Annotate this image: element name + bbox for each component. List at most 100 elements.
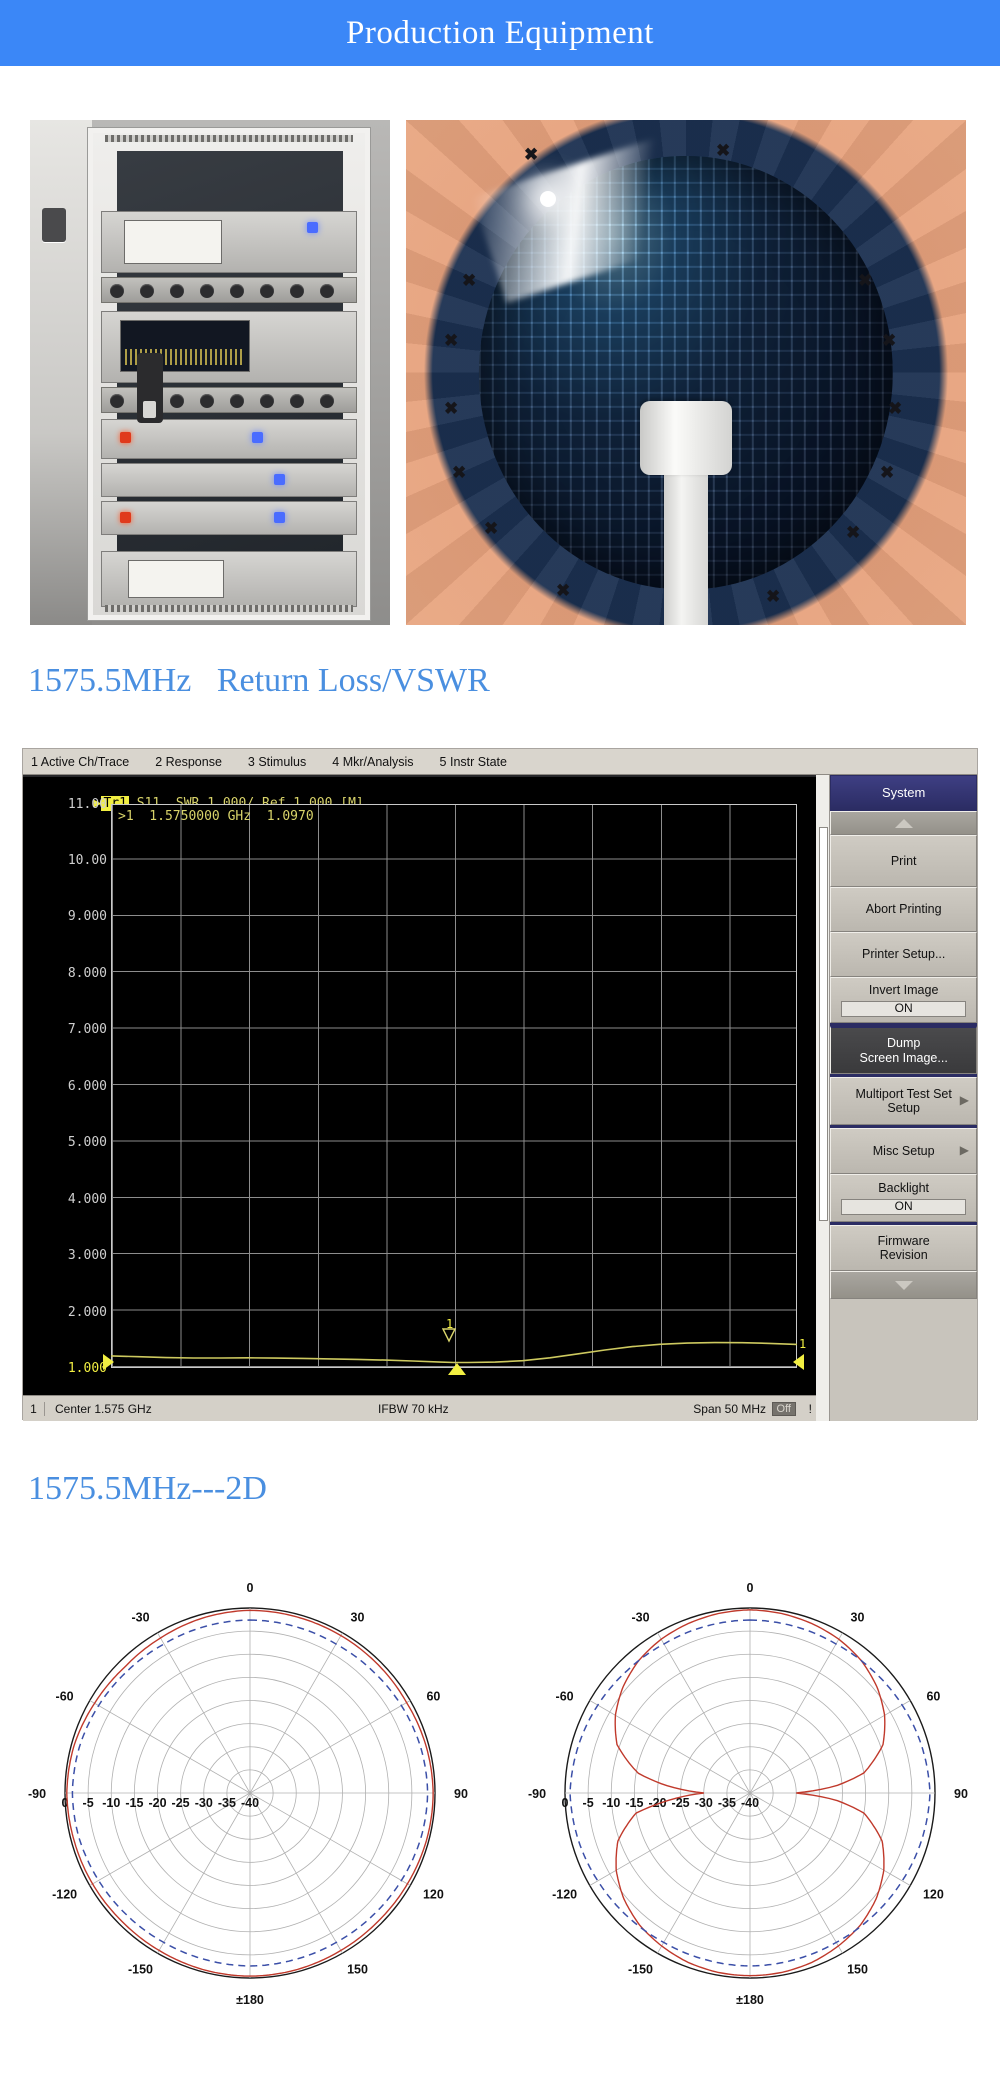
mount-bracket-icon: ✖ xyxy=(858,271,873,290)
y-tick-5: 5.000 xyxy=(67,1135,107,1150)
mount-bracket-icon: ✖ xyxy=(716,141,731,160)
rack-connector-panel-1 xyxy=(101,277,357,303)
status-alert-icon: ! xyxy=(808,1401,812,1416)
polar-radial-tick: -35 xyxy=(218,1796,236,1810)
softkey-backlight-state[interactable]: ON xyxy=(841,1198,966,1215)
polar-radial-tick: -10 xyxy=(602,1796,620,1810)
mount-bracket-icon: ✖ xyxy=(846,523,861,542)
triangle-down-icon xyxy=(894,1280,913,1290)
polar-radial-tick: 0 xyxy=(562,1796,569,1810)
status-ifbw[interactable]: IFBW 70 kHz xyxy=(378,1402,449,1416)
menu-item-active-ch-trace[interactable]: 1 Active Ch/Trace xyxy=(31,755,129,769)
polar-angle-tick: -90 xyxy=(28,1787,46,1801)
polar-radial-tick: -25 xyxy=(172,1796,190,1810)
y-tick-8: 8.000 xyxy=(67,966,107,981)
y-tick-10: 10.00 xyxy=(67,853,107,868)
switch-unit-3-led-blue xyxy=(274,512,285,523)
mount-bracket-icon: ✖ xyxy=(524,145,539,164)
photo-gallery: ✖ ✖ ✖ ✖ ✖ ✖ ✖ ✖ ✖ ✖ ✖ ✖ ✖ ✖ xyxy=(30,120,970,625)
softkey-multiport-test-set-setup[interactable]: Multiport Test Set Setup ▶ xyxy=(830,1077,977,1125)
polar-angle-tick: -30 xyxy=(631,1611,649,1625)
polar-angle-tick: 120 xyxy=(923,1888,944,1902)
polar-angle-tick: 30 xyxy=(851,1611,865,1625)
softkey-misc-setup[interactable]: Misc Setup ▶ xyxy=(830,1128,977,1174)
menu-item-instr-state[interactable]: 5 Instr State xyxy=(440,755,507,769)
polar-radial-tick: -30 xyxy=(695,1796,713,1810)
stimulus-marker-icon[interactable] xyxy=(448,1363,466,1375)
switch-unit-2-led xyxy=(274,474,285,485)
menu-item-mkr-analysis[interactable]: 4 Mkr/Analysis xyxy=(332,755,413,769)
mount-bracket-icon: ✖ xyxy=(882,331,897,350)
vna-graph-area[interactable]: ▶Tr1 S11 SWR 1.000/ Ref 1.000 [M] 11.00 … xyxy=(23,775,818,1421)
polar-angle-tick: 150 xyxy=(847,1962,868,1976)
reference-marker-right-icon[interactable] xyxy=(793,1354,805,1370)
y-axis-ticks: 11.00 10.00 9.000 8.000 7.000 6.000 5.00… xyxy=(23,797,107,1376)
softkey-scrollbar[interactable] xyxy=(816,775,831,1421)
y-tick-1: 1.000 xyxy=(67,1361,107,1376)
chevron-right-icon: ▶ xyxy=(959,1093,969,1108)
status-channel-number: 1 xyxy=(23,1401,45,1416)
right-edge-marker-number: 1 xyxy=(799,1337,807,1351)
polar-angle-tick: ±180 xyxy=(736,1993,764,2007)
polar-radial-tick: -40 xyxy=(241,1796,259,1810)
softkey-backlight-label: Backlight xyxy=(878,1181,930,1196)
chevron-right-icon: ▶ xyxy=(959,1143,969,1158)
status-span[interactable]: Span 50 MHz xyxy=(693,1402,766,1416)
polar-radial-tick: -5 xyxy=(583,1796,594,1810)
menu-item-response[interactable]: 2 Response xyxy=(155,755,222,769)
polar-angle-tick: ±180 xyxy=(236,1993,264,2007)
polar-angle-tick: -30 xyxy=(131,1611,149,1625)
softkey-misc-setup-label: Misc Setup xyxy=(872,1143,935,1158)
polar-radial-tick: -5 xyxy=(83,1796,94,1810)
softkey-printer-setup[interactable]: Printer Setup... xyxy=(830,932,977,977)
polar-angle-tick: 0 xyxy=(247,1581,254,1595)
rack-switch-unit-1 xyxy=(101,419,357,459)
polar-radial-tick: -40 xyxy=(741,1796,759,1810)
y-tick-7: 7.000 xyxy=(67,1022,107,1037)
vna-screenshot: 1 Active Ch/Trace 2 Response 3 Stimulus … xyxy=(22,748,978,1421)
rack-switch-unit-2 xyxy=(101,463,357,497)
status-center-freq[interactable]: Center 1.575 GHz xyxy=(45,1402,152,1416)
softkey-dump-screen-image-label: Dump Screen Image... xyxy=(859,1036,948,1065)
polar-plot-row: 0 30 60 90 120 150 ±180 -150 -120 -90 -60 -30 0 -5 -10… xyxy=(0,1545,1000,2045)
polar-angle-tick: 0 xyxy=(747,1581,754,1595)
softkey-firmware-revision[interactable]: Firmware Revision xyxy=(830,1225,977,1271)
softkey-invert-image[interactable]: Invert Image ON xyxy=(830,977,977,1023)
softkey-abort-printing[interactable]: Abort Printing xyxy=(830,887,977,932)
softkey-abort-printing-label: Abort Printing xyxy=(865,902,942,917)
rack-instrument-3 xyxy=(101,551,357,607)
swr-trace xyxy=(111,1341,797,1364)
mount-bracket-icon: ✖ xyxy=(444,331,459,350)
mount-bracket-icon: ✖ xyxy=(766,587,781,606)
softkey-list: System Print Abort Printing Printer Setu… xyxy=(830,775,977,1421)
reference-marker-left-icon[interactable] xyxy=(103,1354,114,1370)
polar-angle-tick: -90 xyxy=(528,1787,546,1801)
softkey-scroll-up[interactable] xyxy=(830,811,977,835)
polar-angle-tick: 60 xyxy=(926,1690,940,1704)
polar-radial-tick: -10 xyxy=(102,1796,120,1810)
softkey-backlight[interactable]: Backlight ON xyxy=(830,1174,977,1222)
softkey-print[interactable]: Print xyxy=(830,835,977,887)
mount-bracket-icon: ✖ xyxy=(484,519,499,538)
chamber-pedestal-top xyxy=(640,401,732,475)
rack-door-handle[interactable] xyxy=(137,353,163,423)
polar-angle-tick: -120 xyxy=(52,1888,77,1902)
softkey-system[interactable]: System xyxy=(830,775,977,811)
polar-radial-tick: -15 xyxy=(625,1796,643,1810)
status-correction-badge[interactable]: Off xyxy=(771,1401,796,1416)
polar-radial-tick: -20 xyxy=(148,1796,166,1810)
mount-bracket-icon: ✖ xyxy=(462,271,477,290)
instrument-1-screen xyxy=(124,220,222,264)
pattern-section-title: 1575.5MHz---2D xyxy=(28,1470,267,1507)
y-tick-11: 11.00 xyxy=(67,797,107,812)
mount-bracket-icon: ✖ xyxy=(888,399,903,418)
softkey-invert-image-state[interactable]: ON xyxy=(841,1000,966,1017)
menu-item-stimulus[interactable]: 3 Stimulus xyxy=(248,755,306,769)
softkey-printer-setup-label: Printer Setup... xyxy=(861,947,946,962)
switch-unit-1-led xyxy=(120,432,131,443)
y-tick-9: 9.000 xyxy=(67,909,107,924)
softkey-scroll-down[interactable] xyxy=(830,1271,977,1299)
polar-angle-tick: 90 xyxy=(454,1787,468,1801)
softkey-system-label: System xyxy=(882,784,926,800)
softkey-dump-screen-image[interactable]: Dump Screen Image... xyxy=(830,1026,977,1074)
